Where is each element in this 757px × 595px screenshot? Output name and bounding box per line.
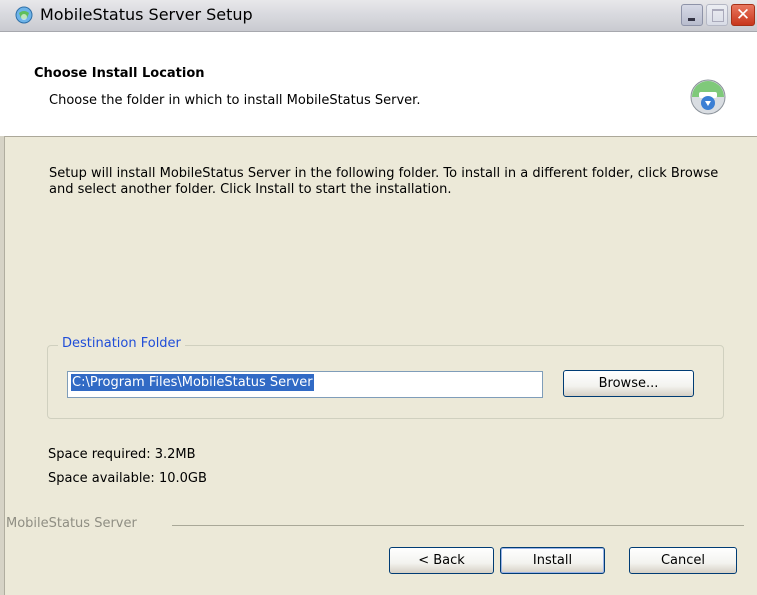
destination-path-text: C:\Program Files\MobileStatus Server [71,374,314,391]
space-required: Space required: 3.2MB [48,447,196,462]
page-subtitle: Choose the folder in which to install Mo… [49,93,421,108]
branding-text: MobileStatus Server [6,516,137,531]
intro-text: Setup will install MobileStatus Server i… [49,166,719,197]
title-bar: MobileStatus Server Setup ✕ [0,0,757,32]
destination-legend: Destination Folder [58,336,185,351]
back-button[interactable]: < Back [389,547,494,574]
window-title: MobileStatus Server Setup [40,5,253,24]
maximize-button[interactable] [706,4,728,26]
branding-divider [172,525,744,526]
space-available: Space available: 10.0GB [48,471,207,486]
browse-button[interactable]: Browse... [563,370,694,397]
minimize-button[interactable] [681,4,703,26]
window-border [0,136,5,595]
installer-globe-icon [15,6,33,24]
close-icon: ✕ [735,5,751,25]
close-button[interactable]: ✕ [731,4,755,26]
page-title: Choose Install Location [34,66,205,81]
minimize-icon [688,18,695,21]
maximize-icon [712,9,724,22]
destination-path-input[interactable]: C:\Program Files\MobileStatus Server [67,371,543,398]
install-disc-icon [690,79,726,115]
install-button[interactable]: Install [500,547,605,574]
header-panel: Choose Install Location Choose the folde… [0,32,757,137]
cancel-button[interactable]: Cancel [629,547,737,574]
